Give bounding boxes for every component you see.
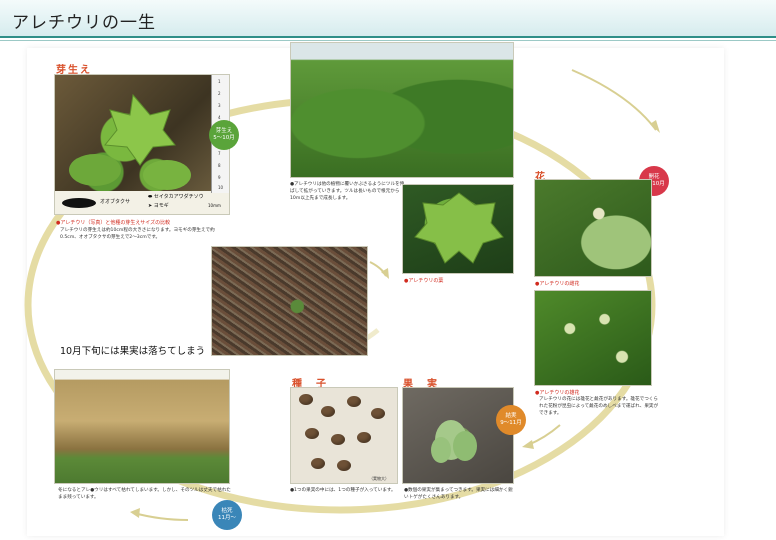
legend-goldenrod-text: セイタカアワダチソウ [153, 194, 204, 200]
ruler-mark: 1 [218, 79, 221, 84]
photo-withered [54, 369, 230, 484]
photo-fruit [402, 387, 514, 484]
legend-goldenrod: ⬬ セイタカアワダチソウ [148, 194, 204, 200]
badge-withering-title: 枯死 [221, 508, 233, 514]
female-flower-caption: ●アレチウリの雌花 [535, 281, 580, 287]
legend-shape-ragweed [62, 198, 96, 208]
seed-icon [311, 458, 325, 469]
photo-female-flower [534, 179, 652, 277]
badge-germination-period: 5～10月 [213, 135, 235, 141]
badge-withering: 枯死 11月～ [212, 500, 242, 530]
seed-caption: ●1つの果実の中には、1つの種子が入っています。 [290, 488, 396, 493]
germination-caption: アレチウリの芽生えは約10cm程の大きさになります。ヨモギの芽生えで約0.5cm… [60, 228, 215, 240]
ruler-mark: 7 [218, 151, 221, 156]
leaf-caption: ●アレチウリの葉 [404, 278, 444, 284]
legend-mugwort: ➤ ヨモギ [148, 203, 169, 209]
ruler-mark: 4 [218, 115, 221, 120]
ruler-mark: 10 [218, 185, 224, 190]
badge-withering-period: 11月～ [218, 515, 236, 521]
male-flower-caption: アレチウリの花には雄花と雌花があります。雄花でつくられた花粉が昆虫によって雌花の… [539, 397, 659, 416]
actual-size-label: （実物大） [369, 476, 389, 481]
seed-icon [357, 432, 371, 443]
badge-germination-title: 芽生え [215, 128, 233, 134]
badge-fruiting-period: 9～11月 [500, 420, 522, 426]
fallen-fruit-overlay-text: 10月下旬には果実は落ちてしまう [58, 343, 208, 357]
ruler-mark: 8 [218, 163, 221, 168]
ruler-mark: 3 [218, 103, 221, 108]
page-title: アレチウリの一生 [12, 13, 156, 33]
photo-leaf [402, 184, 514, 274]
withered-caption: 冬になるとアレ●ウリはすべて枯れてしまいます。しかし、そのツルは丈夫で枯れたまま… [58, 488, 231, 500]
photo-male-flower [534, 290, 652, 386]
photo-fallen-fruit-ground [211, 246, 368, 356]
photo-seeds: （実物大） [290, 387, 398, 484]
badge-fruiting: 結実 9～11月 [496, 405, 526, 435]
spiky-fruit-icon [431, 420, 477, 463]
legend-mugwort-text: ヨモギ [153, 203, 169, 209]
seed-icon [371, 408, 385, 419]
legend-ragweed: オオブタクサ [100, 199, 131, 205]
seed-icon [305, 428, 319, 439]
male-flower-caption-title: ●アレチウリの雄花 [535, 390, 580, 396]
badge-fruiting-title: 結実 [505, 413, 517, 419]
badge-germination: 芽生え 5～10月 [209, 120, 239, 150]
ruler-mark: 9 [218, 175, 221, 180]
header-divider [0, 40, 776, 41]
seed-icon [299, 394, 313, 405]
photo-growth-vines [290, 42, 514, 178]
seed-icon [331, 434, 345, 445]
seed-icon [337, 460, 351, 471]
growth-caption: ●アレチウリは他の植物に覆いかぶさるようにツルを伸ばして拡がっていきます。ツルは… [290, 182, 405, 201]
germination-caption-title: ●アレチウリ（写真）と他種の芽生えサイズの比較 [56, 220, 171, 226]
seed-icon [321, 406, 335, 417]
leaf-icon [414, 192, 504, 264]
fruit-caption: ●数個の果実が集まってつきます。果実には細かく鋭いトゲがたくさんあります。 [404, 488, 513, 500]
scale-bar-label: 10mm [208, 203, 221, 208]
header-bar: アレチウリの一生 [0, 0, 776, 38]
seed-icon [347, 396, 361, 407]
ruler-mark: 2 [218, 91, 221, 96]
